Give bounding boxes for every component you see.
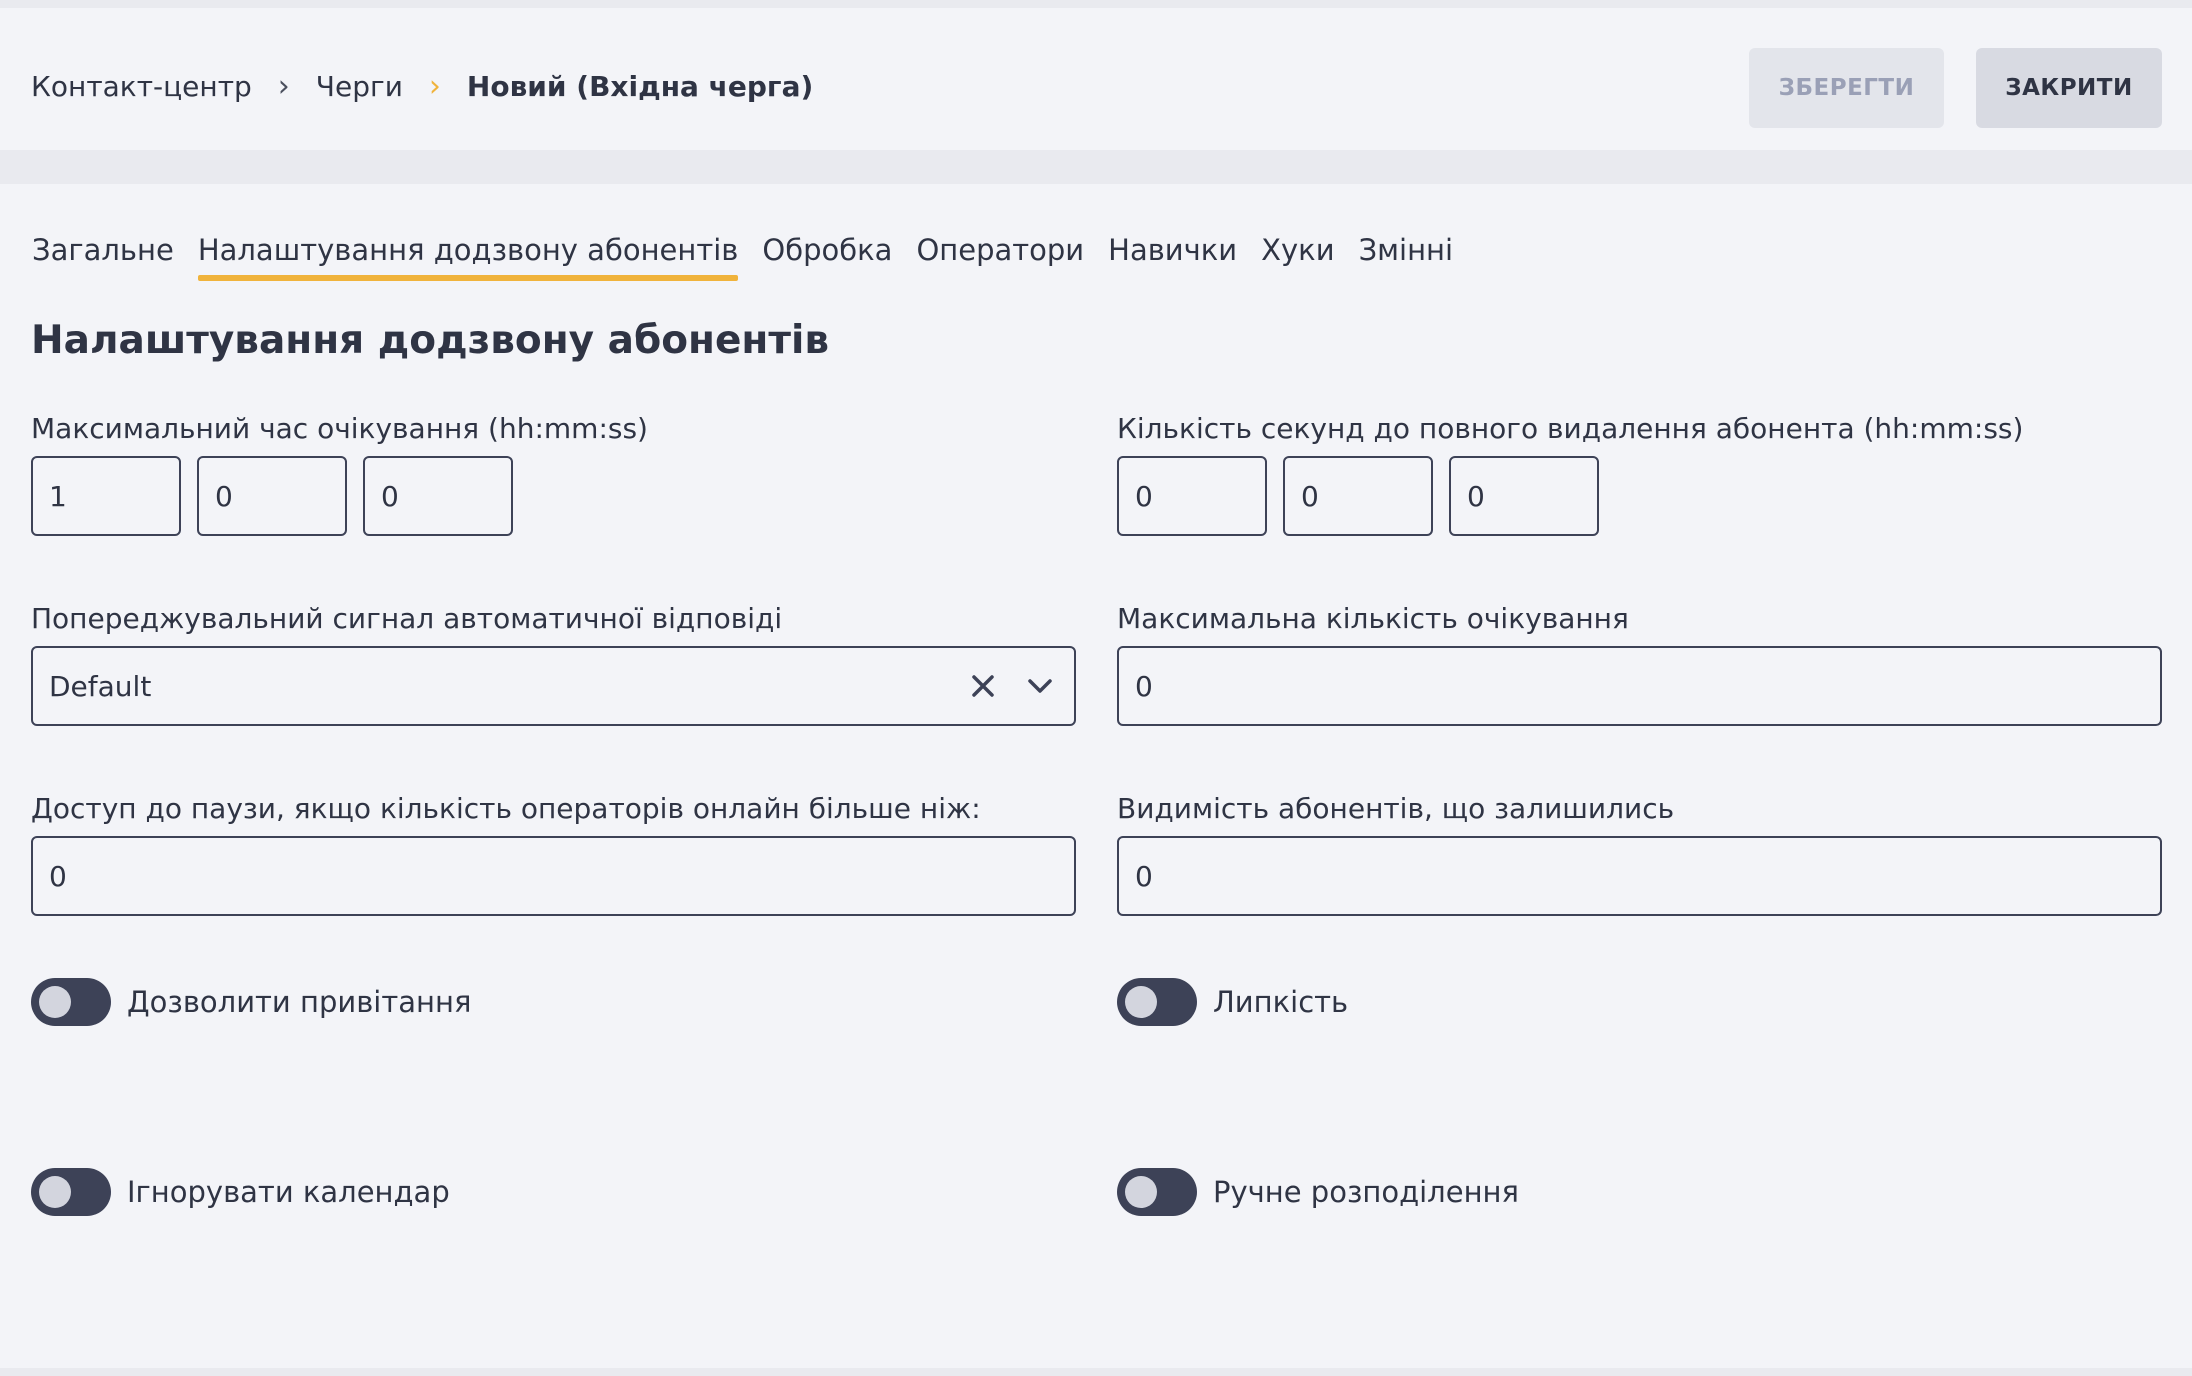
remove-minutes-value[interactable] xyxy=(1301,479,1431,513)
stickiness-toggle[interactable] xyxy=(1117,978,1197,1026)
manual-distribution-toggle[interactable] xyxy=(1117,1168,1197,1216)
chevron-down-icon[interactable] xyxy=(1026,676,1054,696)
breadcrumb-queues[interactable]: Черги xyxy=(316,70,403,103)
max-wait-hours-value[interactable] xyxy=(49,479,179,513)
breadcrumb-contact-center[interactable]: Контакт-центр xyxy=(31,70,252,103)
tab-hooks[interactable]: Хуки xyxy=(1249,220,1346,280)
max-waiting-count-value[interactable] xyxy=(1135,669,2160,703)
bottom-strip xyxy=(0,1368,2192,1376)
pause-access-label: Доступ до паузи, якщо кількість оператор… xyxy=(31,792,981,825)
auto-answer-signal-value: Default xyxy=(49,669,152,703)
toggle-knob xyxy=(39,1176,71,1208)
remove-seconds-label: Кількість секунд до повного видалення аб… xyxy=(1117,412,2024,445)
max-wait-hours-input[interactable] xyxy=(31,456,181,536)
tab-processing[interactable]: Обробка xyxy=(750,220,904,280)
remove-hours-input[interactable] xyxy=(1117,456,1267,536)
toggle-knob xyxy=(1125,986,1157,1018)
allow-greeting-row: Дозволити привітання xyxy=(31,978,471,1026)
stickiness-row: Липкість xyxy=(1117,978,1348,1026)
toggle-knob xyxy=(1125,1176,1157,1208)
remaining-visibility-value[interactable] xyxy=(1135,859,2160,893)
close-button[interactable]: ЗАКРИТИ xyxy=(1976,48,2162,128)
remove-hours-value[interactable] xyxy=(1135,479,1265,513)
ignore-calendar-label: Ігнорувати календар xyxy=(127,1175,450,1209)
max-wait-seconds-value[interactable] xyxy=(381,479,511,513)
breadcrumb-chevron-icon: › xyxy=(277,68,290,104)
max-waiting-count-label: Максимальна кількість очікування xyxy=(1117,602,1629,635)
allow-greeting-label: Дозволити привітання xyxy=(127,985,472,1019)
auto-answer-signal-select[interactable]: Default xyxy=(31,646,1076,726)
breadcrumb-current: Новий (Вхідна черга) xyxy=(466,69,814,103)
manual-distribution-row: Ручне розподілення xyxy=(1117,1168,1519,1216)
pause-access-input[interactable] xyxy=(31,836,1076,916)
remove-seconds-value[interactable] xyxy=(1467,479,1597,513)
clear-icon[interactable] xyxy=(970,673,996,699)
ignore-calendar-row: Ігнорувати календар xyxy=(31,1168,450,1216)
breadcrumb: Контакт-центр › Черги › Новий (Вхідна че… xyxy=(31,64,813,108)
max-wait-seconds-input[interactable] xyxy=(363,456,513,536)
remaining-visibility-label: Видимість абонентів, що залишились xyxy=(1117,792,1675,825)
allow-greeting-toggle[interactable] xyxy=(31,978,111,1026)
tab-skills[interactable]: Навички xyxy=(1096,220,1249,280)
tab-dial-settings[interactable]: Налаштування додзвону абонентів xyxy=(186,220,751,281)
tab-bar: Загальне Налаштування додзвону абонентів… xyxy=(32,220,1466,281)
page-header: Контакт-центр › Черги › Новий (Вхідна че… xyxy=(0,8,2192,150)
manual-distribution-label: Ручне розподілення xyxy=(1213,1175,1519,1209)
max-wait-minutes-value[interactable] xyxy=(215,479,345,513)
remove-minutes-input[interactable] xyxy=(1283,456,1433,536)
max-waiting-count-input[interactable] xyxy=(1117,646,2162,726)
stickiness-label: Липкість xyxy=(1213,985,1349,1019)
remove-seconds-input[interactable] xyxy=(1449,456,1599,536)
auto-answer-signal-label: Попереджувальний сигнал автоматичної від… xyxy=(31,602,783,635)
remaining-visibility-input[interactable] xyxy=(1117,836,2162,916)
tab-variables[interactable]: Змінні xyxy=(1347,220,1466,280)
toggle-knob xyxy=(39,986,71,1018)
ignore-calendar-toggle[interactable] xyxy=(31,1168,111,1216)
tab-operators[interactable]: Оператори xyxy=(904,220,1096,280)
breadcrumb-chevron-icon: › xyxy=(428,68,441,104)
section-title: Налаштування додзвону абонентів xyxy=(31,318,829,363)
save-button[interactable]: ЗБЕРЕГТИ xyxy=(1749,48,1944,128)
select-controls xyxy=(970,648,1054,724)
header-divider xyxy=(0,150,2192,184)
top-strip xyxy=(0,0,2192,8)
max-wait-time-label: Максимальний час очікування (hh:mm:ss) xyxy=(31,412,648,445)
tab-general[interactable]: Загальне xyxy=(32,220,186,280)
max-wait-minutes-input[interactable] xyxy=(197,456,347,536)
pause-access-value[interactable] xyxy=(49,859,1074,893)
